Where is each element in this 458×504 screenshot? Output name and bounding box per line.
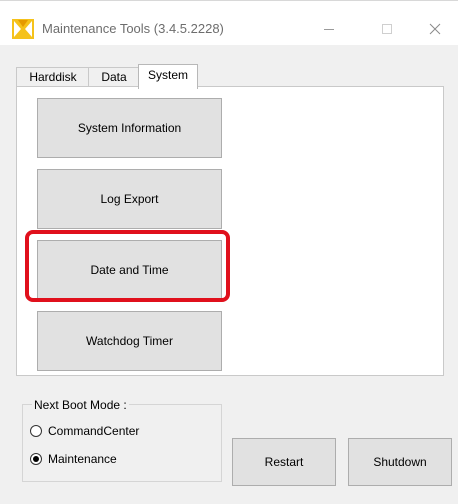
- radio-maintenance-label: Maintenance: [48, 452, 117, 466]
- radio-checked-icon[interactable]: [30, 453, 42, 465]
- radio-commandcenter[interactable]: CommandCenter: [30, 424, 139, 438]
- date-and-time-highlight: [25, 230, 230, 302]
- watchdog-timer-button[interactable]: Watchdog Timer: [37, 311, 222, 371]
- next-boot-mode-label: Next Boot Mode :: [32, 398, 129, 412]
- maximize-button[interactable]: [364, 13, 410, 45]
- maintenance-tools-window: Maintenance Tools (3.4.5.2228) Harddisk …: [0, 0, 458, 504]
- system-information-button[interactable]: System Information: [37, 98, 222, 158]
- close-button[interactable]: [412, 13, 458, 45]
- window-title: Maintenance Tools (3.4.5.2228): [42, 21, 224, 36]
- tab-harddisk[interactable]: Harddisk: [16, 67, 90, 88]
- app-icon: [12, 19, 34, 39]
- radio-unchecked-icon[interactable]: [30, 425, 42, 437]
- title-bar: Maintenance Tools (3.4.5.2228): [0, 0, 458, 45]
- tab-system[interactable]: System: [138, 64, 198, 89]
- next-boot-mode-group: [22, 404, 222, 482]
- minimize-button[interactable]: [306, 13, 352, 45]
- tab-data[interactable]: Data: [88, 67, 140, 88]
- shutdown-button[interactable]: Shutdown: [348, 438, 452, 486]
- radio-maintenance[interactable]: Maintenance: [30, 452, 117, 466]
- radio-commandcenter-label: CommandCenter: [48, 424, 140, 438]
- restart-button[interactable]: Restart: [232, 438, 336, 486]
- log-export-button[interactable]: Log Export: [37, 169, 222, 229]
